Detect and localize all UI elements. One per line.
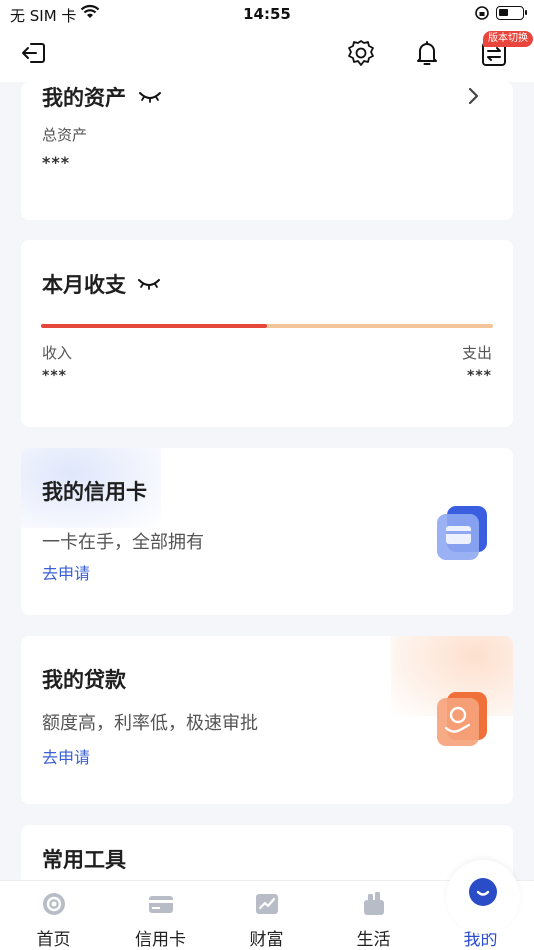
version-switch-badge[interactable]: 版本切换 bbox=[483, 31, 533, 47]
tab-home[interactable]: 首页 bbox=[0, 881, 107, 950]
monthly-summary-card[interactable]: 本月收支 收入 支出 *** *** bbox=[21, 240, 513, 427]
loan-subtitle: 额度高，利率低，极速审批 bbox=[42, 713, 258, 734]
battery-icon bbox=[496, 6, 527, 20]
tab-label: 首页 bbox=[36, 930, 71, 950]
logout-icon[interactable] bbox=[19, 38, 49, 68]
assets-title: 我的资产 bbox=[42, 86, 126, 110]
monthly-title: 本月收支 bbox=[42, 273, 126, 297]
tab-wealth[interactable]: 财富 bbox=[213, 881, 320, 950]
status-bar: 无 SIM 卡 14:55 bbox=[0, 0, 534, 30]
wealth-icon bbox=[254, 891, 280, 917]
tab-label: 生活 bbox=[356, 930, 391, 950]
loan-apply-link[interactable]: 去申请 bbox=[42, 744, 90, 768]
credit-card-subtitle: 一卡在手，全部拥有 bbox=[42, 532, 204, 553]
notification-bell-icon[interactable] bbox=[412, 38, 442, 68]
income-value: *** bbox=[42, 368, 67, 384]
credit-card-icon bbox=[148, 891, 174, 917]
credit-card-icon bbox=[431, 502, 493, 564]
hide-eye-icon[interactable] bbox=[137, 275, 161, 290]
loan-title: 我的贷款 bbox=[42, 668, 126, 692]
assets-card[interactable]: 我的资产 总资产 *** bbox=[21, 82, 513, 220]
chevron-right-icon[interactable] bbox=[465, 86, 481, 106]
settings-gear-icon[interactable] bbox=[346, 38, 376, 68]
common-tools-title: 常用工具 bbox=[42, 848, 126, 872]
income-bar-fill bbox=[41, 324, 267, 328]
life-icon bbox=[361, 891, 387, 917]
home-icon bbox=[41, 891, 67, 917]
tab-credit-card[interactable]: 信用卡 bbox=[107, 881, 214, 950]
top-nav-bar bbox=[0, 30, 534, 82]
total-assets-value: *** bbox=[42, 153, 71, 172]
tab-label: 财富 bbox=[249, 930, 284, 950]
expense-label: 支出 bbox=[461, 344, 492, 362]
income-label: 收入 bbox=[42, 344, 73, 362]
loan-promo[interactable]: 我的贷款 额度高，利率低，极速审批 去申请 bbox=[21, 636, 513, 804]
mine-icon[interactable] bbox=[446, 860, 520, 934]
hide-eye-icon[interactable] bbox=[138, 88, 162, 103]
expense-value: *** bbox=[467, 368, 492, 384]
credit-card-promo[interactable]: 我的信用卡 一卡在手，全部拥有 去申请 bbox=[21, 448, 513, 615]
income-expense-bar bbox=[41, 324, 493, 328]
tab-life[interactable]: 生活 bbox=[320, 881, 427, 950]
common-tools-card: 常用工具 bbox=[21, 825, 513, 885]
clock: 14:55 bbox=[243, 5, 291, 23]
credit-card-apply-link[interactable]: 去申请 bbox=[42, 560, 90, 584]
credit-card-title: 我的信用卡 bbox=[42, 480, 147, 504]
rotation-lock-icon bbox=[474, 5, 490, 21]
total-assets-label: 总资产 bbox=[42, 126, 88, 144]
tab-label: 信用卡 bbox=[135, 930, 186, 950]
loan-icon bbox=[431, 688, 493, 750]
